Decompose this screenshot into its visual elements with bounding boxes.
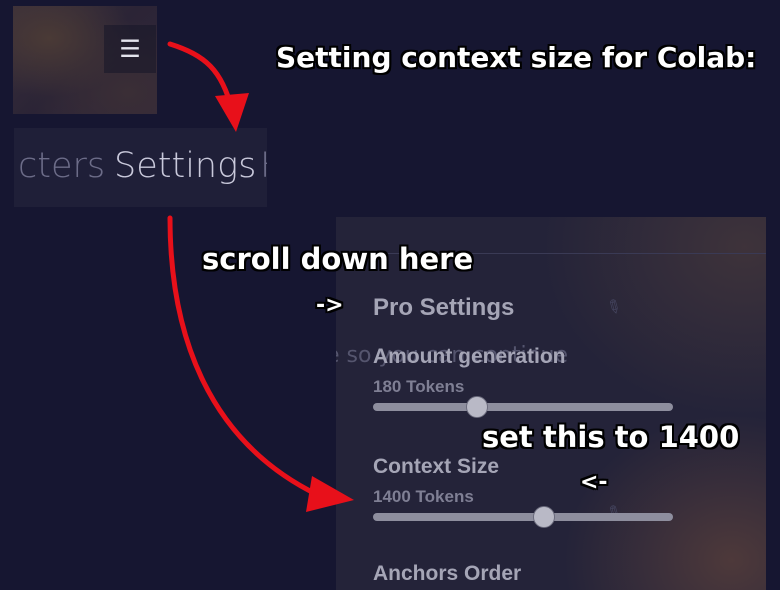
annotation-set-hint: set this to 1400 (482, 420, 740, 454)
annotation-title: Setting context size for Colab: (276, 41, 757, 74)
arrow-to-settings-head (215, 93, 249, 132)
annotation-right-arrow: -> (316, 293, 344, 318)
annotation-left-arrow: <- (580, 470, 608, 495)
annotation-arrows (167, 41, 354, 512)
annotation-scroll-hint: scroll down here (202, 242, 474, 276)
arrow-to-context-head (306, 476, 354, 512)
